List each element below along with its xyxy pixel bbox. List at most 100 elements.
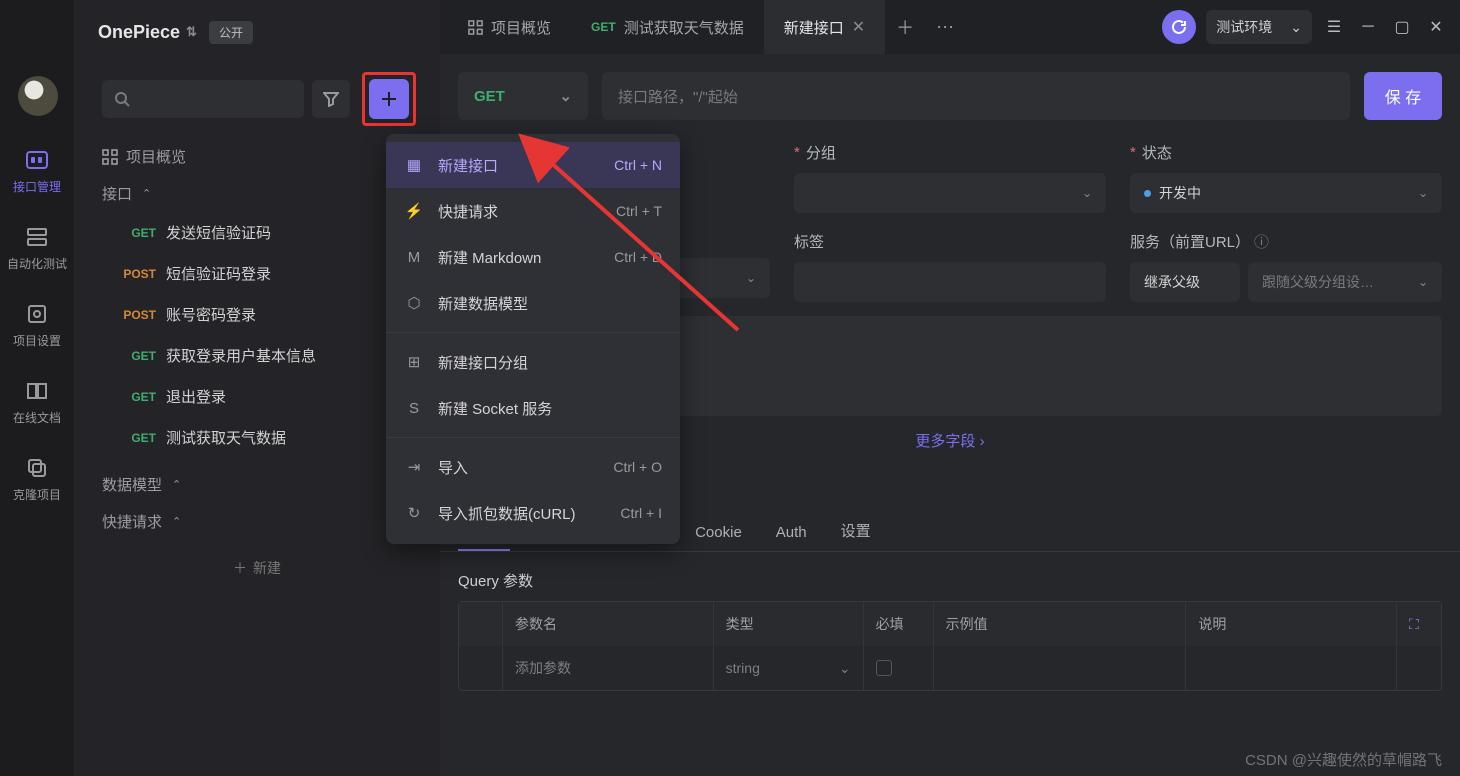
group-select[interactable]: ⌄ bbox=[794, 173, 1106, 213]
chevron-up-icon: ⌃ bbox=[172, 515, 181, 528]
sidebar-header: OnePiece ⇅ 公开 bbox=[74, 0, 440, 64]
menu-separator bbox=[386, 437, 680, 438]
chevron-up-icon: ⌃ bbox=[142, 187, 151, 200]
rail-label: 自动化测试 bbox=[7, 255, 67, 272]
tab-more-button[interactable]: ⋯ bbox=[925, 17, 965, 38]
search-icon bbox=[114, 91, 130, 107]
refresh-icon bbox=[1171, 19, 1187, 35]
import-icon: ⇥ bbox=[404, 458, 424, 476]
watermark: CSDN @兴趣使然的草帽路飞 bbox=[1245, 749, 1442, 770]
service-label: 服务（前置URL） ⓘ bbox=[1130, 231, 1442, 252]
socket-icon: S bbox=[404, 400, 424, 417]
param-tab-cookie[interactable]: Cookie bbox=[695, 524, 742, 551]
menu-button[interactable]: ☰ bbox=[1322, 17, 1346, 37]
rail-item-docs[interactable]: 在线文档 bbox=[0, 373, 74, 432]
expand-icon[interactable]: ⛶ bbox=[1397, 602, 1441, 646]
rail-label: 接口管理 bbox=[13, 178, 61, 195]
clone-icon bbox=[25, 456, 49, 480]
close-icon[interactable]: ✕ bbox=[852, 17, 865, 37]
search-input[interactable] bbox=[102, 80, 304, 118]
table-head: 参数名 类型 必填 示例值 说明 ⛶ bbox=[459, 602, 1441, 646]
menu-import[interactable]: ⇥ 导入 Ctrl + O bbox=[386, 444, 680, 490]
info-icon: ⓘ bbox=[1254, 231, 1269, 252]
param-tab-auth[interactable]: Auth bbox=[776, 524, 807, 551]
rail-label: 克隆项目 bbox=[13, 486, 61, 503]
menu-new-api[interactable]: ▦ 新建接口 Ctrl + N bbox=[386, 142, 680, 188]
tabs-bar: 项目概览 GET 测试获取天气数据 新建接口 ✕ ＋ ⋯ 测试环境 ⌄ ☰ ─ … bbox=[440, 0, 1460, 54]
cube-icon: ⬡ bbox=[404, 294, 424, 312]
col-desc: 说明 bbox=[1186, 602, 1397, 646]
query-params-title: Query 参数 bbox=[440, 552, 1460, 601]
curl-icon: ↻ bbox=[404, 504, 424, 522]
sidebar-new-button[interactable]: ＋ 新建 bbox=[98, 550, 416, 586]
param-name-input[interactable]: 添加参数 bbox=[503, 646, 714, 690]
param-type-select[interactable]: string⌄ bbox=[714, 646, 864, 690]
refresh-button[interactable] bbox=[1162, 10, 1196, 44]
menu-new-socket[interactable]: S 新建 Socket 服务 bbox=[386, 385, 680, 431]
service-url-input[interactable]: 跟随父级分组设…⌄ bbox=[1248, 262, 1442, 302]
menu-new-group[interactable]: ⊞ 新建接口分组 bbox=[386, 339, 680, 385]
table-row: 添加参数 string⌄ bbox=[459, 646, 1441, 690]
markdown-icon: M bbox=[404, 249, 424, 266]
path-input[interactable]: 接口路径，"/"起始 bbox=[602, 72, 1350, 120]
visibility-badge[interactable]: 公开 bbox=[209, 21, 253, 44]
filter-icon bbox=[323, 91, 339, 107]
menu-new-model[interactable]: ⬡ 新建数据模型 bbox=[386, 280, 680, 326]
maximize-button[interactable]: ▢ bbox=[1390, 17, 1414, 37]
col-required: 必填 bbox=[864, 602, 934, 646]
grid-icon bbox=[102, 149, 118, 165]
save-button[interactable]: 保 存 bbox=[1364, 72, 1442, 120]
tab-weather[interactable]: GET 测试获取天气数据 bbox=[571, 0, 764, 54]
group-label: *分组 bbox=[794, 142, 1106, 163]
method-select[interactable]: GET ⌄ bbox=[458, 72, 588, 120]
grid-icon bbox=[468, 20, 483, 35]
add-menu: ▦ 新建接口 Ctrl + N ⚡ 快捷请求 Ctrl + T M 新建 Mar… bbox=[386, 134, 680, 544]
tab-add-button[interactable]: ＋ bbox=[885, 14, 925, 40]
rail-label: 项目设置 bbox=[13, 332, 61, 349]
add-button[interactable] bbox=[369, 79, 409, 119]
project-name[interactable]: OnePiece ⇅ bbox=[98, 22, 197, 43]
param-required-checkbox[interactable] bbox=[864, 646, 934, 690]
tag-input[interactable] bbox=[794, 262, 1106, 302]
col-type: 类型 bbox=[714, 602, 864, 646]
api-icon bbox=[25, 148, 49, 172]
chevron-down-icon: ⌄ bbox=[1418, 186, 1428, 200]
param-desc-input[interactable] bbox=[1186, 646, 1397, 690]
environment-select[interactable]: 测试环境 ⌄ bbox=[1206, 10, 1312, 44]
param-tab-settings[interactable]: 设置 bbox=[841, 520, 871, 551]
rail-label: 在线文档 bbox=[13, 409, 61, 426]
service-select[interactable]: 继承父级 bbox=[1130, 262, 1240, 302]
param-example-input[interactable] bbox=[934, 646, 1187, 690]
tab-overview[interactable]: 项目概览 bbox=[448, 0, 571, 54]
status-label: *状态 bbox=[1130, 142, 1442, 163]
menu-quick-request[interactable]: ⚡ 快捷请求 Ctrl + T bbox=[386, 188, 680, 234]
chevron-down-icon: ⌄ bbox=[1290, 19, 1302, 36]
menu-import-curl[interactable]: ↻ 导入抓包数据(cURL) Ctrl + I bbox=[386, 490, 680, 536]
tab-new-api[interactable]: 新建接口 ✕ bbox=[764, 0, 885, 54]
chevron-updown-icon: ⇅ bbox=[186, 24, 197, 40]
rail-item-api[interactable]: 接口管理 bbox=[0, 142, 74, 201]
status-select[interactable]: 开发中 ⌄ bbox=[1130, 173, 1442, 213]
params-table: 参数名 类型 必填 示例值 说明 ⛶ 添加参数 string⌄ bbox=[458, 601, 1442, 691]
chevron-down-icon: ⌄ bbox=[746, 271, 756, 285]
close-button[interactable]: ✕ bbox=[1424, 17, 1448, 37]
chevron-down-icon: ⌄ bbox=[1082, 186, 1092, 200]
chevron-right-icon: › bbox=[980, 433, 985, 450]
bolt-icon: ⚡ bbox=[404, 202, 424, 220]
tag-label: 标签 bbox=[794, 231, 1106, 252]
menu-new-markdown[interactable]: M 新建 Markdown Ctrl + D bbox=[386, 234, 680, 280]
left-rail: 接口管理 自动化测试 项目设置 在线文档 克隆项目 bbox=[0, 0, 74, 776]
filter-button[interactable] bbox=[312, 80, 350, 118]
rail-item-clone[interactable]: 克隆项目 bbox=[0, 450, 74, 509]
chevron-down-icon: ⌄ bbox=[1418, 275, 1428, 289]
col-example: 示例值 bbox=[934, 602, 1187, 646]
avatar[interactable] bbox=[18, 76, 58, 116]
rail-item-settings[interactable]: 项目设置 bbox=[0, 296, 74, 355]
plus-icon bbox=[380, 90, 398, 108]
rail-item-automation[interactable]: 自动化测试 bbox=[0, 219, 74, 278]
minimize-button[interactable]: ─ bbox=[1356, 18, 1380, 36]
plus-icon: ＋ bbox=[233, 558, 247, 578]
add-button-highlight bbox=[362, 72, 416, 126]
folder-plus-icon: ⊞ bbox=[404, 353, 424, 371]
api-icon: ▦ bbox=[404, 156, 424, 174]
